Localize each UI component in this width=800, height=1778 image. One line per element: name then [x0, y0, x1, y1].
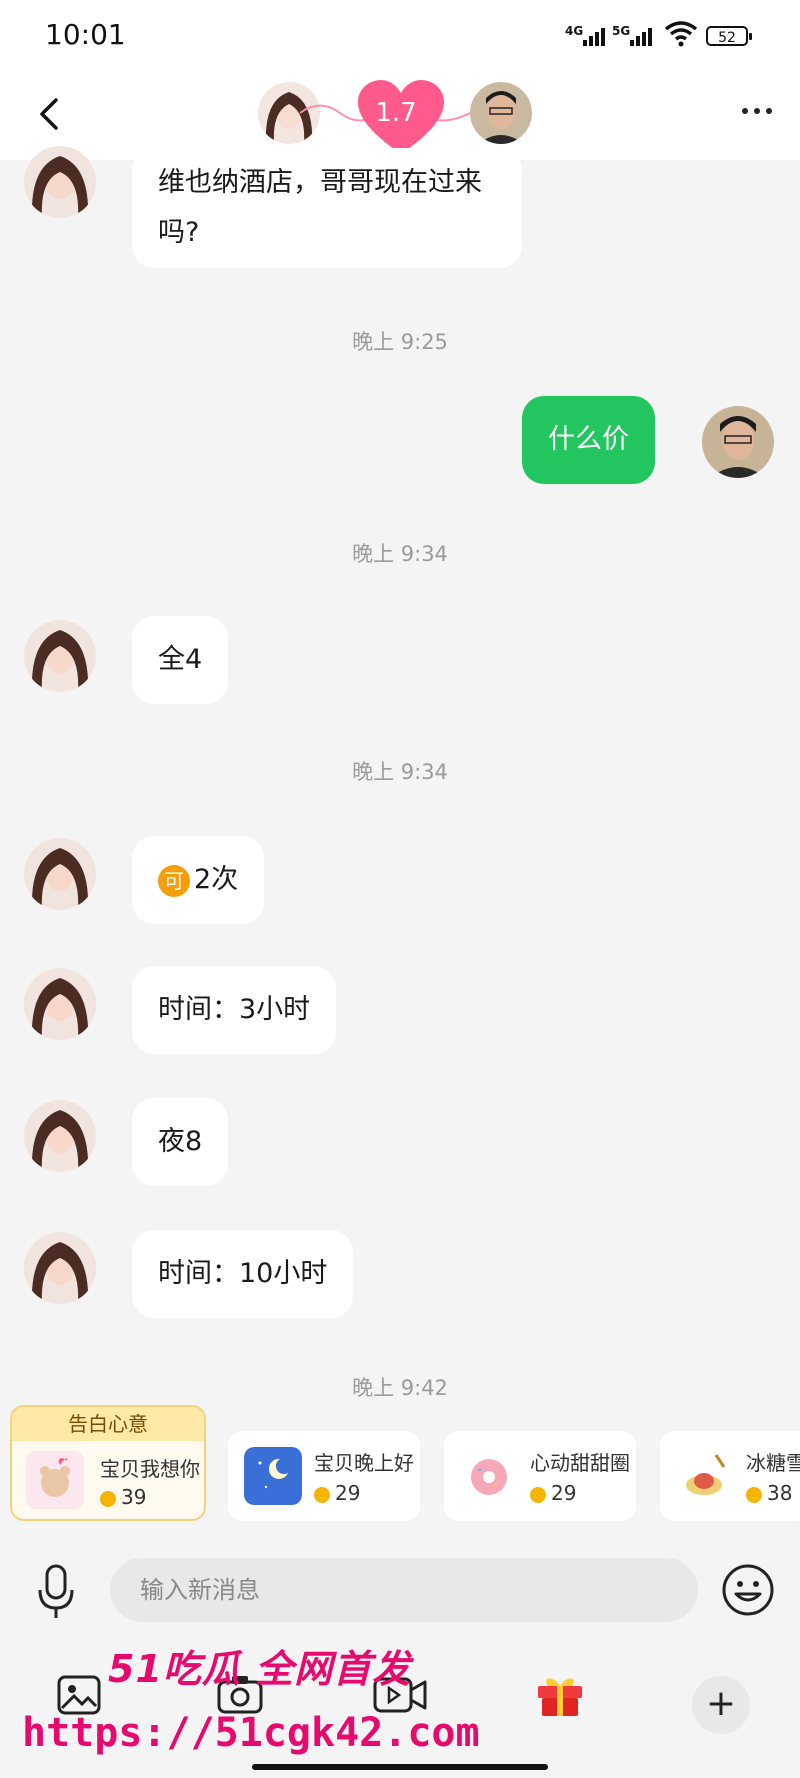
partner-message-avatar[interactable] — [24, 1232, 96, 1304]
gift-price: 29 — [314, 1481, 360, 1505]
signal-5g-label: 5G — [612, 24, 631, 38]
message-bubble[interactable]: 维也纳酒店，哥哥现在过来吗? — [132, 148, 522, 268]
signal-4g-label: 4G — [565, 24, 584, 38]
watermark-url: https://51cgk42.com — [22, 1710, 480, 1756]
gift-price: 29 — [530, 1481, 576, 1505]
message-bubble[interactable]: 时间：3小时 — [132, 966, 337, 1054]
intimacy-value: 1.7 — [375, 98, 417, 128]
home-indicator — [252, 1764, 548, 1770]
timestamp: 晚上 9:34 — [352, 760, 448, 784]
partner-message-avatar[interactable] — [24, 1100, 96, 1172]
gift-bear-icon — [26, 1451, 84, 1509]
add-more-button[interactable]: + — [692, 1676, 750, 1734]
wifi-icon — [664, 21, 698, 47]
message-bubble[interactable]: 夜8 — [132, 1098, 229, 1186]
partner-message-avatar[interactable] — [24, 968, 96, 1040]
battery-icon: 52 — [706, 26, 752, 46]
message-bubble[interactable]: 可 2次 — [132, 836, 265, 924]
gift-name: 冰糖雪 — [746, 1451, 800, 1475]
gift-box-icon[interactable] — [534, 1668, 586, 1720]
gift-price: 38 — [746, 1481, 792, 1505]
gift-name: 宝贝晚上好 — [314, 1451, 414, 1475]
more-options-icon[interactable] — [742, 108, 772, 114]
gift-card[interactable]: 冰糖雪 38 — [660, 1431, 800, 1521]
chat-header: 1.7 — [0, 70, 800, 160]
signal-4g-icon — [583, 24, 605, 46]
coin-icon — [314, 1486, 330, 1503]
my-message-avatar[interactable] — [702, 406, 774, 478]
gift-strip: 告白心意 宝贝我想你 39 宝贝晚上好 29 心动甜甜圈 29 冰糖雪 38 — [0, 1395, 800, 1521]
partner-message-avatar[interactable] — [24, 146, 96, 218]
status-bar: 10:01 4G 5G 52 — [0, 0, 800, 70]
partner-message-avatar[interactable] — [24, 838, 96, 910]
emoji-ke-badge: 可 — [158, 864, 190, 897]
back-arrow-icon[interactable] — [30, 92, 70, 136]
gift-name: 心动甜甜圈 — [530, 1451, 630, 1475]
watermark-slogan: 51吃瓜 全网首发 — [108, 1647, 412, 1691]
gift-card[interactable]: 心动甜甜圈 29 — [444, 1431, 636, 1521]
message-input[interactable] — [110, 1558, 698, 1622]
coin-icon — [746, 1486, 762, 1503]
message-bubble[interactable]: 全4 — [132, 616, 229, 704]
gift-card[interactable]: 宝贝晚上好 29 — [228, 1431, 420, 1521]
coin-icon — [530, 1486, 546, 1503]
signal-5g-icon — [630, 24, 652, 46]
gift-name: 宝贝我想你 — [100, 1457, 200, 1481]
coin-icon — [100, 1490, 116, 1507]
emoji-icon[interactable] — [720, 1562, 776, 1618]
message-text: 2次 — [194, 864, 239, 895]
timestamp: 晚上 9:34 — [352, 542, 448, 566]
my-message-bubble[interactable]: 什么价 — [522, 396, 655, 484]
gift-goodnight-icon — [244, 1447, 302, 1505]
gift-pear-icon — [676, 1447, 734, 1505]
my-avatar[interactable] — [470, 82, 532, 144]
gift-donut-icon — [460, 1447, 518, 1505]
message-bubble[interactable]: 时间：10小时 — [132, 1230, 354, 1318]
clock: 10:01 — [45, 18, 126, 51]
gift-category-tag: 告白心意 — [12, 1407, 204, 1441]
partner-message-avatar[interactable] — [24, 620, 96, 692]
gift-price: 39 — [100, 1485, 146, 1509]
microphone-icon[interactable] — [32, 1562, 80, 1622]
timestamp: 晚上 9:25 — [352, 330, 448, 354]
gift-card[interactable]: 告白心意 宝贝我想你 39 — [10, 1405, 206, 1521]
